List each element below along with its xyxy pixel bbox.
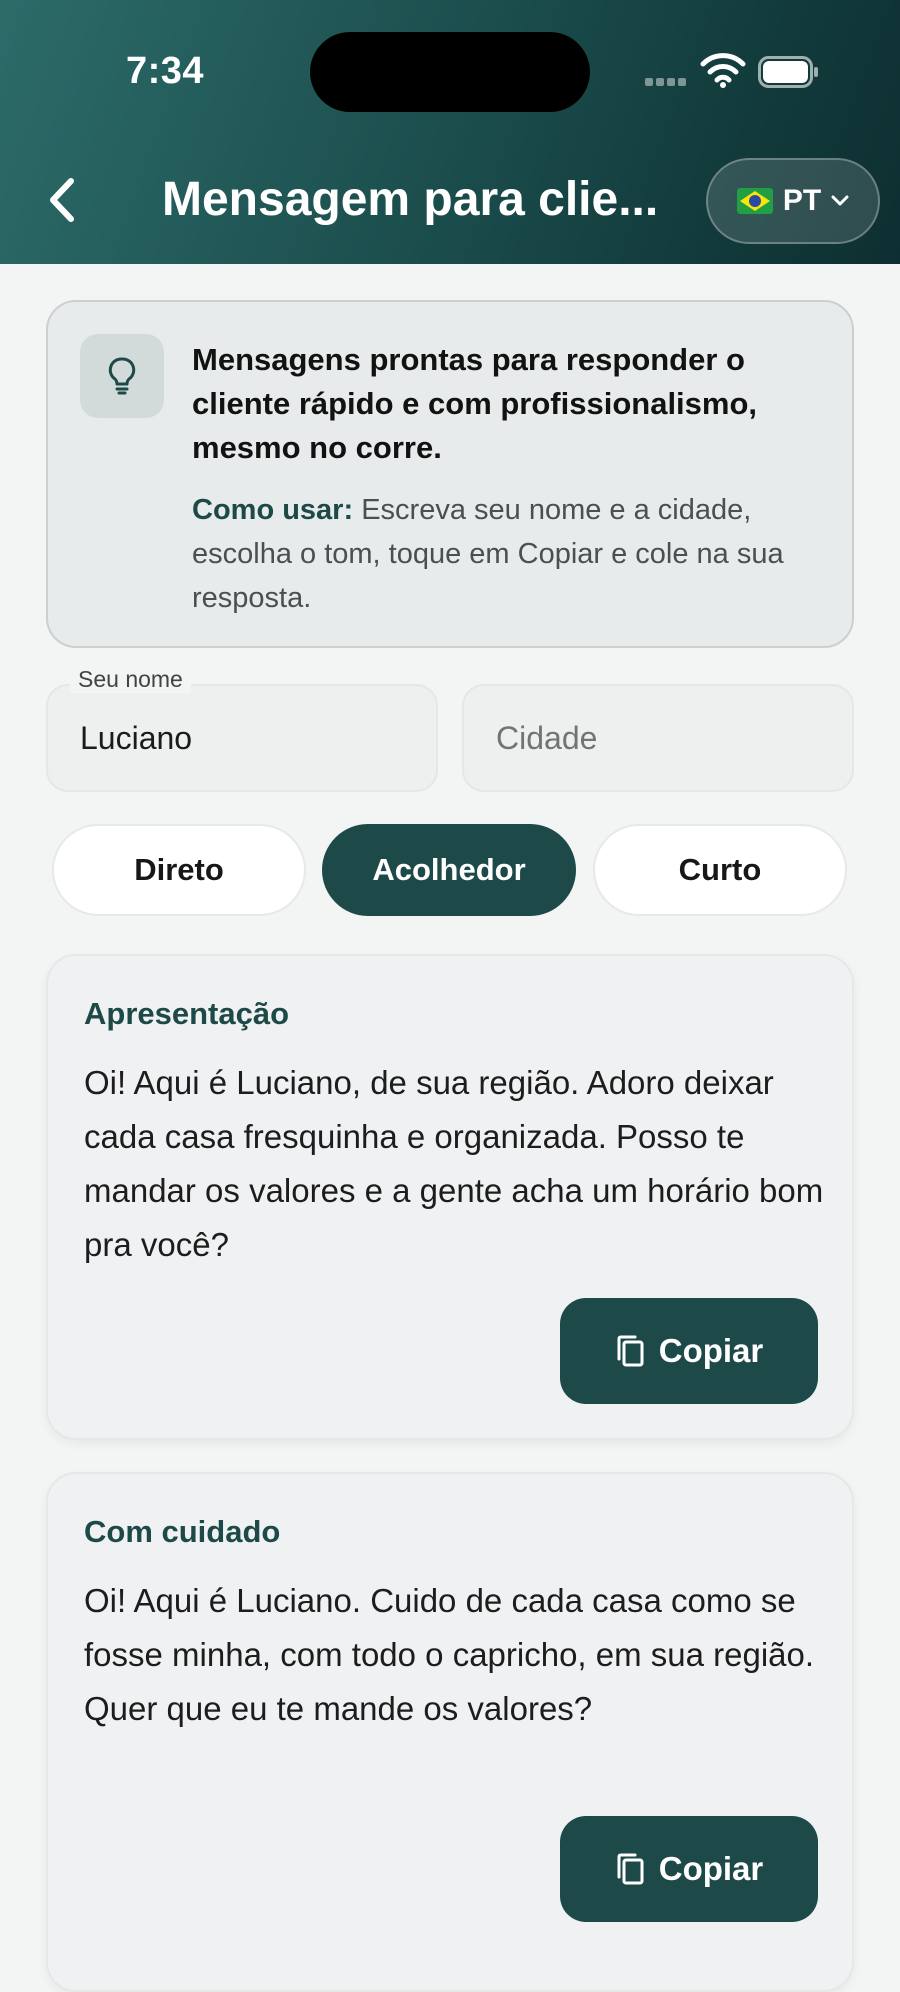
brazil-flag-icon bbox=[736, 188, 773, 214]
back-button[interactable] bbox=[36, 170, 88, 230]
status-time: 7:34 bbox=[126, 50, 205, 92]
copy-button-label: Copiar bbox=[658, 1332, 764, 1369]
info-card: Mensagens prontas para responder o clien… bbox=[46, 300, 854, 648]
message-body: Oi! Aqui é Luciano. Cuido de cada casa c… bbox=[84, 1582, 815, 1727]
tone-direto-button[interactable]: Direto bbox=[52, 824, 306, 916]
copy-button[interactable]: Copiar bbox=[560, 1816, 818, 1922]
lightbulb-icon-box bbox=[80, 334, 164, 418]
copy-icon bbox=[617, 1853, 644, 1885]
page-title: Mensagem para clie... bbox=[162, 173, 659, 226]
name-input[interactable] bbox=[80, 686, 410, 790]
tone-curto-button[interactable]: Curto bbox=[593, 824, 847, 916]
city-field bbox=[462, 684, 854, 792]
message-title: Com cuidado bbox=[84, 1514, 281, 1549]
name-field: Seu nome bbox=[46, 666, 438, 792]
info-howto: Como usar: Escreva seu nome e a cidade, … bbox=[192, 488, 832, 620]
copy-icon bbox=[617, 1335, 644, 1367]
message-card: Com cuidado Oi! Aqui é Luciano. Cuido de… bbox=[46, 1472, 854, 1992]
chevron-down-icon bbox=[831, 195, 849, 206]
copy-button[interactable]: Copiar bbox=[560, 1298, 818, 1404]
app-header: 7:34 Mensagem para clie... PT bbox=[0, 0, 900, 264]
language-selector[interactable]: PT bbox=[706, 158, 880, 244]
wifi-icon bbox=[700, 53, 746, 88]
message-card: Apresentação Oi! Aqui é Luciano, de sua … bbox=[46, 954, 854, 1440]
message-title: Apresentação bbox=[84, 996, 290, 1031]
info-headline: Mensagens prontas para responder o clien… bbox=[192, 342, 758, 465]
cellular-signal-icon bbox=[645, 78, 687, 86]
howto-label: Como usar: bbox=[192, 494, 354, 526]
dynamic-island bbox=[310, 32, 590, 112]
copy-button-label: Copiar bbox=[658, 1850, 764, 1887]
chevron-left-icon bbox=[50, 178, 74, 222]
tone-acolhedor-button[interactable]: Acolhedor bbox=[322, 824, 576, 916]
message-body: Oi! Aqui é Luciano, de sua região. Adoro… bbox=[84, 1064, 824, 1263]
language-code: PT bbox=[782, 184, 822, 217]
lightbulb-icon bbox=[108, 357, 136, 395]
battery-icon bbox=[758, 56, 818, 88]
city-input[interactable] bbox=[496, 686, 826, 790]
